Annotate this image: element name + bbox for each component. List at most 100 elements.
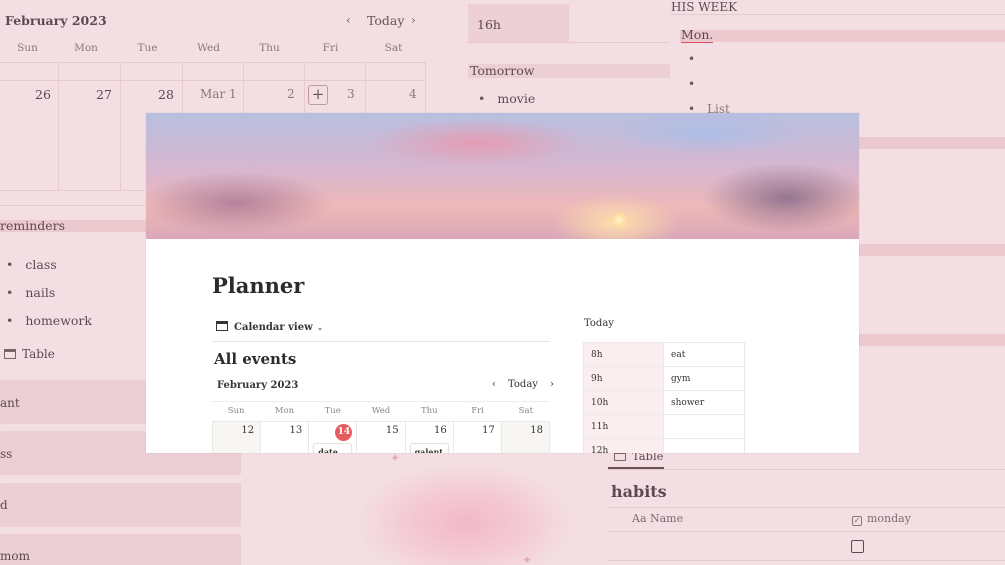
calendar-icon xyxy=(216,321,228,331)
task-cell[interactable]: gym xyxy=(663,366,745,391)
calendar-day[interactable]: 18 xyxy=(501,422,550,453)
calendar-day[interactable]: 16 galent... xyxy=(405,422,454,453)
table-icon xyxy=(4,349,16,359)
calendar-day[interactable]: 15 xyxy=(357,422,406,453)
table-row: 9h gym xyxy=(583,366,745,391)
day-number: 15 xyxy=(385,425,399,436)
day-number: 16 xyxy=(433,425,447,436)
today-schedule-table: 8h eat 9h gym 10h shower 11h 12h xyxy=(583,342,745,453)
bg-habits-col-monday: ✓ monday xyxy=(852,512,911,526)
bg-calendar-prev-icon[interactable]: ‹ xyxy=(346,13,351,27)
weekday-label: Wed xyxy=(371,406,391,416)
bg-card-title: ss xyxy=(0,447,13,461)
task-cell[interactable] xyxy=(663,414,745,439)
calendar-day[interactable]: 17 xyxy=(453,422,502,453)
weekday-label: Sat xyxy=(518,406,533,416)
task-cell[interactable]: shower xyxy=(663,390,745,415)
weekday-label: Sun xyxy=(227,406,245,416)
hour-cell[interactable]: 8h xyxy=(583,342,664,367)
bg-reminders-title: reminders xyxy=(0,218,66,233)
event-card[interactable]: date xyxy=(313,443,353,453)
calendar-week-row: 12 13 14 date 15 16 galent... 17 18 xyxy=(212,421,550,453)
calendar-nav: ‹ Today › xyxy=(486,379,560,390)
bg-habit-checkbox[interactable] xyxy=(851,540,864,553)
hour-cell[interactable]: 9h xyxy=(583,366,664,391)
calendar-day[interactable]: 12 xyxy=(213,422,262,453)
bg-habits-col-name: Aa Name xyxy=(632,512,684,525)
bg-schedule-hour: 16h xyxy=(477,17,501,32)
day-number: 13 xyxy=(289,425,303,436)
weekday-label: Tue xyxy=(324,406,341,416)
bg-day: 28 xyxy=(158,87,174,102)
cover-image xyxy=(146,113,859,239)
bg-reminder-item: homework xyxy=(6,313,92,328)
bg-habits-title: habits xyxy=(611,482,667,501)
table-row: 10h shower xyxy=(583,390,745,415)
bg-calendar-today-button[interactable]: Today xyxy=(367,13,404,28)
page-title: Planner xyxy=(212,273,305,298)
bg-reminder-item: class xyxy=(6,257,56,272)
bg-tomorrow-item: movie xyxy=(478,91,535,106)
chevron-left-icon[interactable]: ‹ xyxy=(492,379,496,390)
sparkle-icon: ✦ xyxy=(522,553,533,565)
bg-this-week-day: Mon. xyxy=(681,27,714,43)
bg-reminder-item: nails xyxy=(6,285,55,300)
bg-week-bullet xyxy=(688,52,707,66)
calendar-day[interactable]: 13 xyxy=(261,422,310,453)
bg-day: Mar 1 xyxy=(200,87,237,101)
weekday-label: Mon xyxy=(274,406,295,416)
task-cell[interactable]: eat xyxy=(663,342,745,367)
bg-day: 4 xyxy=(409,87,417,101)
bg-day: 27 xyxy=(96,87,112,102)
table-row: 12h xyxy=(583,438,745,453)
bg-calendar-next-icon[interactable]: › xyxy=(411,13,416,27)
today-heading: Today xyxy=(584,318,614,329)
bg-weekday: Thu xyxy=(259,42,280,54)
bg-weekday: Fri xyxy=(322,42,339,54)
bg-weekday: Sat xyxy=(384,42,403,54)
bg-weekday: Sun xyxy=(17,42,38,54)
day-number: 17 xyxy=(482,425,495,436)
planner-window: Planner Calendar view ⌄ All events Februa… xyxy=(146,113,859,453)
weekday-header: Sun Mon Tue Wed Thu Fri Sat xyxy=(212,401,550,421)
hour-cell[interactable]: 11h xyxy=(583,414,664,439)
calendar-day-today[interactable]: 14 date xyxy=(309,422,358,453)
day-number: 18 xyxy=(530,425,543,436)
view-divider xyxy=(212,341,550,342)
hour-cell[interactable]: 10h xyxy=(583,390,664,415)
bg-add-event-icon[interactable]: + xyxy=(308,85,328,105)
weekday-label: Thu xyxy=(420,406,438,416)
weekday-label: Fri xyxy=(471,406,484,416)
day-number: 12 xyxy=(241,425,255,436)
bg-tomorrow-title: Tomorrow xyxy=(470,63,535,78)
chevron-down-icon: ⌄ xyxy=(316,323,324,332)
sun-glow xyxy=(612,213,626,227)
bg-this-week-title: HIS WEEK xyxy=(671,0,738,14)
bg-week-bullet xyxy=(688,77,707,91)
today-button[interactable]: Today xyxy=(508,379,538,390)
calendar-month: February 2023 xyxy=(217,380,299,391)
bg-decorative-glow xyxy=(325,453,605,565)
bg-day: 26 xyxy=(35,87,51,102)
bg-calendar-month: February 2023 xyxy=(5,13,107,28)
sparkle-icon: ✦ xyxy=(390,451,401,465)
table-row: 11h xyxy=(583,414,745,439)
bg-weekday: Wed xyxy=(197,42,220,54)
checkbox-property-icon: ✓ xyxy=(852,516,862,526)
bg-weekday: Tue xyxy=(137,42,158,54)
bg-day: 3 xyxy=(347,87,355,101)
bg-card-title: mom xyxy=(0,549,30,563)
bg-card-title: d xyxy=(0,498,8,512)
bg-reminders-view-tab[interactable]: Table xyxy=(4,347,55,361)
task-cell[interactable] xyxy=(663,438,745,453)
hour-cell[interactable]: 12h xyxy=(583,438,664,453)
chevron-right-icon[interactable]: › xyxy=(550,379,554,390)
event-card[interactable]: galent... xyxy=(409,443,449,453)
database-title: All events xyxy=(214,350,297,368)
bg-weekday: Mon xyxy=(74,42,98,54)
bg-day: 2 xyxy=(287,87,295,101)
today-badge: 14 xyxy=(335,424,353,441)
calendar-view-button[interactable]: Calendar view ⌄ xyxy=(216,321,323,333)
table-row: 8h eat xyxy=(583,342,745,367)
bg-calendar-weekdays: Sun Mon Tue Wed Thu Fri Sat xyxy=(0,42,426,54)
